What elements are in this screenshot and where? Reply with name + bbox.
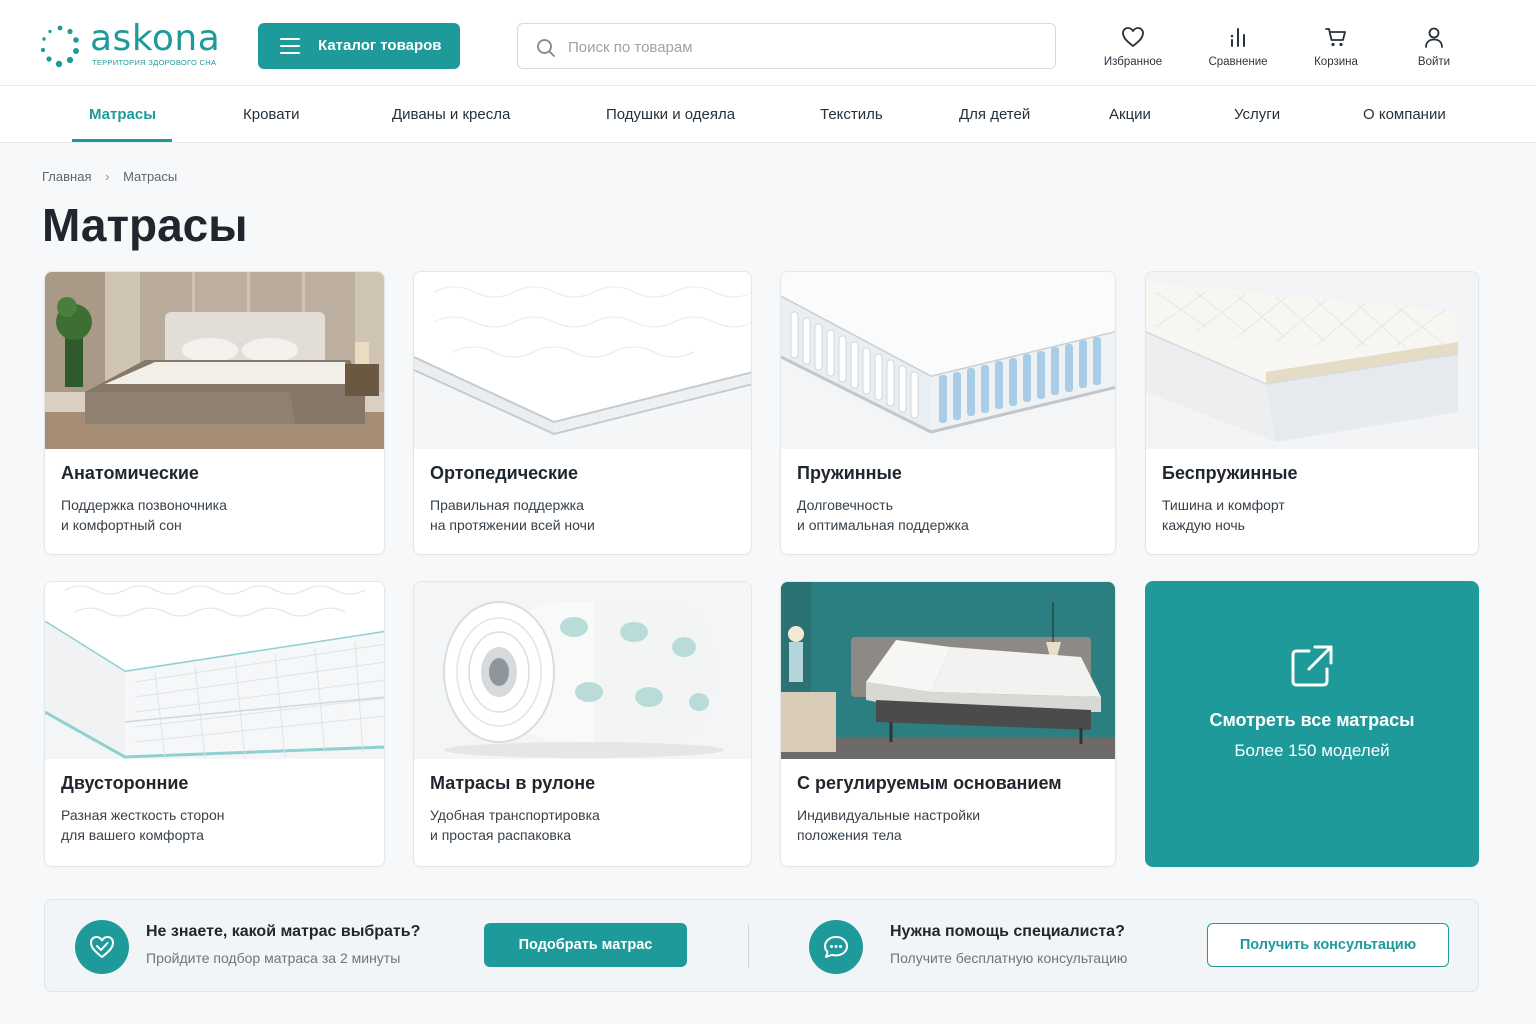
category-description: Разная жесткость сторон для вашего комфо… xyxy=(61,805,224,845)
category-description: Поддержка позвоночника и комфортный сон xyxy=(61,495,227,535)
category-description: Индивидуальные настройки положения тела xyxy=(797,805,980,845)
logo-dots-icon xyxy=(40,25,79,68)
spring-mattress-image xyxy=(781,272,1115,449)
nav-item-pillows[interactable]: Подушки и одеяла xyxy=(606,86,735,143)
category-title: Матрасы в рулоне xyxy=(430,773,596,793)
logo-tagline: ТЕРРИТОРИЯ ЗДОРОВОГО СНА xyxy=(92,58,217,67)
site-header: askona ТЕРРИТОРИЯ ЗДОРОВОГО СНА Каталог … xyxy=(0,0,1536,86)
bedroom-bed-image xyxy=(45,272,384,449)
category-card-orthopedic[interactable]: Ортопедические Правильная поддержка на п… xyxy=(413,271,752,555)
nav-item-mattresses[interactable]: Матрасы xyxy=(89,86,156,143)
quiz-title: Не знаете, какой матрас выбрать? xyxy=(146,923,421,940)
nav-item-kids[interactable]: Для детей xyxy=(959,86,1030,143)
description-line: и комфортный сон xyxy=(61,517,182,533)
nav-item-beds[interactable]: Кровати xyxy=(243,86,299,143)
category-description: Удобная транспортировка и простая распак… xyxy=(430,805,600,845)
category-title: С регулируемым основанием xyxy=(797,773,1062,793)
view-all-mattresses-card[interactable]: Смотреть все матрасы Более 150 моделей xyxy=(1145,581,1479,867)
quiz-subtitle: Пройдите подбор матраса за 2 минуты xyxy=(146,950,401,966)
favorites-button[interactable]: Избранное xyxy=(1088,26,1178,72)
compare-icon xyxy=(1230,28,1245,47)
breadcrumb-home[interactable]: Главная xyxy=(42,169,91,184)
nav-item-textile[interactable]: Текстиль xyxy=(820,86,883,143)
consult-title: Нужна помощь специалиста? xyxy=(890,923,1125,940)
heart-check-icon xyxy=(90,936,114,958)
nav-item-sofas[interactable]: Диваны и кресла xyxy=(392,86,510,143)
category-title: Беспружинные xyxy=(1162,463,1298,483)
favorites-label: Избранное xyxy=(1103,56,1163,68)
cart-label: Корзина xyxy=(1314,56,1358,68)
chat-icon-wrap xyxy=(809,920,863,974)
adjustable-bed-image xyxy=(781,582,1115,759)
description-line: для вашего комфорта xyxy=(61,827,204,843)
category-title: Анатомические xyxy=(61,463,199,483)
category-card-adjustable[interactable]: С регулируемым основанием Индивидуальные… xyxy=(780,581,1116,867)
description-line: положения тела xyxy=(797,827,902,843)
category-card-spring[interactable]: Пружинные Долговечность и оптимальная по… xyxy=(780,271,1116,555)
cart-icon xyxy=(1325,28,1346,47)
main-nav: Матрасы Кровати Диваны и кресла Подушки … xyxy=(0,86,1536,143)
chat-icon xyxy=(824,936,848,958)
rolled-mattress-image xyxy=(414,582,751,759)
menu-icon xyxy=(280,38,300,54)
nav-item-about[interactable]: О компании xyxy=(1363,86,1446,143)
login-label: Войти xyxy=(1417,56,1451,68)
view-all-title: Смотреть все матрасы xyxy=(1209,710,1415,730)
user-icon xyxy=(1425,27,1443,48)
category-card-double-sided[interactable]: Двусторонние Разная жесткость сторон для… xyxy=(44,581,385,867)
description-line: каждую ночь xyxy=(1162,517,1245,533)
nav-item-sales[interactable]: Акции xyxy=(1109,86,1151,143)
banner-divider xyxy=(748,924,749,968)
cart-button[interactable]: Корзина xyxy=(1291,26,1381,72)
search-input[interactable] xyxy=(568,34,1038,60)
quilted-mattress-image xyxy=(45,582,384,759)
compare-label: Сравнение xyxy=(1208,56,1268,68)
category-title: Пружинные xyxy=(797,463,902,483)
category-title: Двусторонние xyxy=(61,773,189,793)
description-line: Удобная транспортировка xyxy=(430,807,600,823)
search-icon xyxy=(537,39,555,57)
description-line: Индивидуальные настройки xyxy=(797,807,981,823)
category-description: Правильная поддержка на протяжении всей … xyxy=(430,495,595,535)
category-card-springless[interactable]: Беспружинные Тишина и комфорт каждую ноч… xyxy=(1145,271,1479,555)
help-banner: Не знаете, какой матрас выбрать? Пройдит… xyxy=(44,899,1479,992)
compare-button[interactable]: Сравнение xyxy=(1193,26,1283,72)
page-title: Матрасы xyxy=(42,199,248,251)
description-line: Разная жесткость сторон xyxy=(61,807,225,823)
description-line: Поддержка позвоночника xyxy=(61,497,227,513)
brand-logo[interactable]: askona ТЕРРИТОРИЯ ЗДОРОВОГО СНА xyxy=(38,18,228,70)
category-title: Ортопедические xyxy=(430,463,579,483)
pick-mattress-button[interactable]: Подобрать матрас xyxy=(484,923,687,967)
consult-subtitle: Получите бесплатную консультацию xyxy=(890,950,1128,966)
logo-wordmark: askona xyxy=(90,18,221,59)
white-mattress-image xyxy=(414,272,751,449)
view-all-subtitle: Более 150 моделей xyxy=(1234,741,1390,760)
foam-mattress-image xyxy=(1146,272,1478,449)
category-description: Тишина и комфорт каждую ночь xyxy=(1162,495,1285,535)
nav-item-services[interactable]: Услуги xyxy=(1234,86,1280,143)
category-card-rolled[interactable]: Матрасы в рулоне Удобная транспортировка… xyxy=(413,581,752,867)
description-line: и простая распаковка xyxy=(430,827,572,843)
description-line: и оптимальная поддержка xyxy=(797,517,969,533)
get-consultation-button[interactable]: Получить консультацию xyxy=(1207,923,1449,967)
heart-check-icon-wrap xyxy=(75,920,129,974)
breadcrumb-separator: › xyxy=(105,169,110,184)
category-card-anatomical[interactable]: Анатомические Поддержка позвоночника и к… xyxy=(44,271,385,555)
search-box[interactable] xyxy=(517,23,1056,69)
breadcrumb: Главная › Матрасы xyxy=(42,169,177,184)
external-link-icon xyxy=(1291,645,1333,687)
description-line: Долговечность xyxy=(797,497,893,513)
catalog-button-label: Каталог товаров xyxy=(318,37,442,54)
catalog-button[interactable]: Каталог товаров xyxy=(258,23,460,69)
heart-icon xyxy=(1122,27,1144,47)
login-button[interactable]: Войти xyxy=(1389,26,1479,72)
description-line: на протяжении всей ночи xyxy=(430,517,595,533)
description-line: Правильная поддержка xyxy=(430,497,584,513)
breadcrumb-current: Матрасы xyxy=(123,169,178,184)
nav-active-indicator xyxy=(72,139,172,142)
category-description: Долговечность и оптимальная поддержка xyxy=(797,495,969,535)
description-line: Тишина и комфорт xyxy=(1162,497,1285,513)
